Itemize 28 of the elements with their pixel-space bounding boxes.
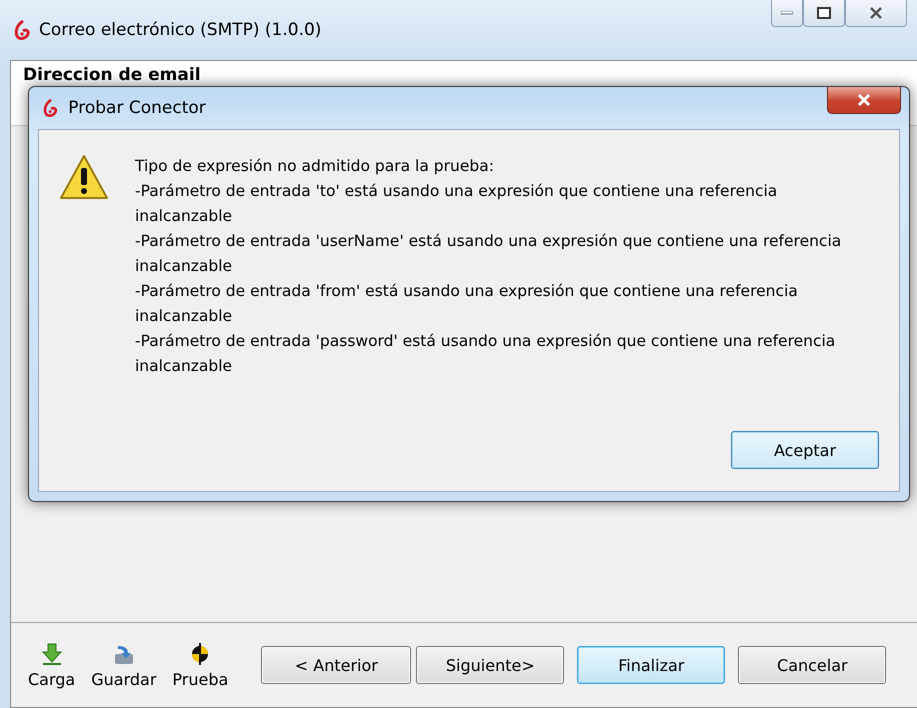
toolbar-button[interactable]: Guardar [86,642,162,688]
message-text: -Parámetro de entrada 'to' está usando una expresión que contiene una referencia inalcanzable [135,181,778,227]
message-text: -Parámetro de entrada 'userName' está usando una expresión que contiene una referencia inalcanzable [135,231,842,277]
wizard-button[interactable]: < Anterior [261,646,412,684]
close-button[interactable] [827,87,901,114]
maximize-icon [817,7,831,19]
message-text: Tipo de expresión no admitido para la prueba: [135,156,495,177]
message-text: -Parámetro de entrada 'password' está usando una expresión que contiene una referencia inalcanzable [135,331,836,377]
toolbar-button[interactable]: Prueba [167,642,234,688]
toolbar-button[interactable]: Carga [23,642,80,688]
wizard-button[interactable]: Cancelar [738,646,886,684]
warning-icon [59,154,109,200]
close-icon [857,94,871,106]
maximize-button[interactable] [803,0,845,27]
close-button[interactable] [845,0,907,27]
wizard-button[interactable]: Siguiente> [416,646,564,684]
dialog-title: Probar Conector [68,98,206,118]
app-logo-icon [14,20,31,40]
download-arrow-icon [40,642,64,666]
minimize-button[interactable] [771,0,803,27]
accept-button[interactable]: Aceptar [731,431,879,469]
app-logo-icon [43,99,58,117]
close-icon [869,7,883,19]
wizard-button[interactable]: Finalizar [577,646,726,684]
message-text: -Parámetro de entrada 'from' está usando una expresión que contiene una referencia inalcanzable [135,281,799,327]
minimize-icon [781,11,793,15]
section-heading: Direccion de email [23,65,201,85]
window-title: Correo electrónico (SMTP) (1.0.0) [39,20,322,40]
